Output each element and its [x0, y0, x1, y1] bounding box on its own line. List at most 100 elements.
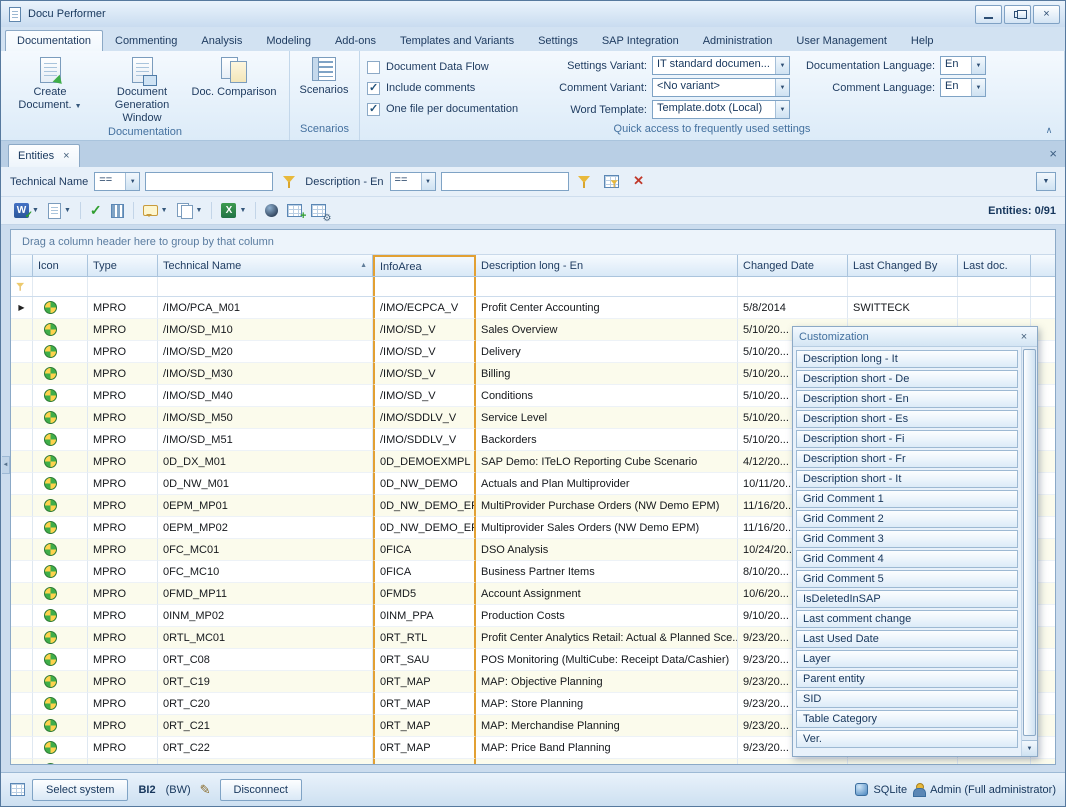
column-header-description[interactable]: Description long - En [476, 255, 738, 276]
table-settings-button[interactable]: ⚙ [307, 200, 330, 222]
doc-comparison-button[interactable]: Doc. Comparison [188, 53, 280, 100]
clear-filter-button[interactable]: ✕ [628, 171, 650, 193]
settings-variant-dropdown[interactable]: IT standard documen...▼ [652, 56, 790, 75]
description-filter-input[interactable] [441, 172, 569, 191]
menu-tab-templates-and-variants[interactable]: Templates and Variants [388, 30, 526, 51]
validate-button[interactable]: ✓ [86, 200, 106, 222]
checkbox-one-file-per-documentation[interactable]: One file per documentation [367, 100, 537, 118]
scrollbar-thumb[interactable] [1023, 349, 1036, 736]
customization-item[interactable]: SID [796, 690, 1018, 708]
description-operator-dropdown[interactable]: == ▼ [390, 172, 436, 191]
comment-language-dropdown[interactable]: En▼ [940, 78, 986, 97]
close-button[interactable]: × [1033, 5, 1060, 24]
edit-system-icon[interactable]: ✎ [200, 782, 211, 798]
minimize-button[interactable] [975, 5, 1002, 24]
customization-item[interactable]: Grid Comment 3 [796, 530, 1018, 548]
menu-tab-add-ons[interactable]: Add-ons [323, 30, 388, 51]
customization-item[interactable]: Last comment change [796, 610, 1018, 628]
filter-cell[interactable] [848, 277, 958, 296]
filter-cell[interactable] [33, 277, 88, 296]
filter-cell[interactable] [958, 277, 1031, 296]
customization-item[interactable]: IsDeletedInSAP [796, 590, 1018, 608]
comment-variant-dropdown[interactable]: <No variant>▼ [652, 78, 790, 97]
menu-tab-user-management[interactable]: User Management [784, 30, 899, 51]
menu-tab-modeling[interactable]: Modeling [254, 30, 323, 51]
select-system-button[interactable]: Select system [32, 779, 128, 801]
close-documents-button[interactable]: × [1049, 147, 1057, 160]
filter-cell[interactable] [738, 277, 848, 296]
table-row[interactable]: ▶MPRO/IMO/PCA_M01/IMO/ECPCA_VProfit Cent… [11, 297, 1055, 319]
column-header-infoarea[interactable]: InfoArea [373, 255, 476, 276]
filter-cell[interactable] [373, 277, 476, 296]
customization-item[interactable]: Parent entity [796, 670, 1018, 688]
edit-filter-button[interactable] [278, 171, 300, 193]
tab-entities[interactable]: Entities × [8, 144, 80, 167]
columns-button[interactable] [107, 200, 128, 222]
excel-export-button[interactable]: X▼ [217, 200, 250, 222]
table-row[interactable]: MPRO0RT_C500RT_FCStore Controlling9/23/2… [11, 759, 1055, 764]
comments-button[interactable]: ▼ [139, 200, 172, 222]
ribbon-collapse-button[interactable]: ∧ [1041, 123, 1057, 137]
checkbox-include-comments[interactable]: Include comments [367, 79, 537, 97]
menu-tab-sap-integration[interactable]: SAP Integration [590, 30, 691, 51]
disconnect-button[interactable]: Disconnect [220, 779, 302, 801]
customization-item[interactable]: Last Used Date [796, 630, 1018, 648]
customization-item[interactable]: Layer [796, 650, 1018, 668]
checkbox-checked-icon[interactable] [367, 103, 380, 116]
menu-tab-analysis[interactable]: Analysis [189, 30, 254, 51]
customization-item[interactable]: Grid Comment 4 [796, 550, 1018, 568]
column-header-technical-name[interactable]: Technical Name▲ [158, 255, 373, 276]
customization-item[interactable]: Grid Comment 1 [796, 490, 1018, 508]
filter-cell[interactable] [476, 277, 738, 296]
customization-item[interactable]: Grid Comment 5 [796, 570, 1018, 588]
filter-cell[interactable] [88, 277, 158, 296]
create-document-button[interactable]: Create Document.▼ [4, 53, 96, 114]
maximize-button[interactable] [1004, 5, 1031, 24]
tab-close-icon[interactable]: × [63, 150, 69, 162]
customization-item[interactable]: Description short - En [796, 390, 1018, 408]
customization-item[interactable]: Description short - De [796, 370, 1018, 388]
expand-filter-button[interactable]: ▼ [1036, 172, 1056, 191]
menu-tab-documentation[interactable]: Documentation [5, 30, 103, 51]
customization-item[interactable]: Grid Comment 2 [796, 510, 1018, 528]
customization-item[interactable]: Description short - Fr [796, 450, 1018, 468]
document-generation-window-button[interactable]: Document Generation Window [96, 53, 188, 126]
scroll-down-button[interactable]: ▼ [1022, 740, 1037, 756]
customization-item[interactable]: Description short - Fi [796, 430, 1018, 448]
collapse-panel-arrow[interactable]: ◄ [2, 456, 10, 474]
checkbox-unchecked-icon[interactable] [367, 61, 380, 74]
customization-item[interactable]: Table Category [796, 710, 1018, 728]
technical-name-filter-input[interactable] [145, 172, 273, 191]
customization-item[interactable]: Description short - Es [796, 410, 1018, 428]
checkbox-checked-icon[interactable] [367, 82, 380, 95]
customization-scrollbar[interactable]: ▼ [1021, 347, 1037, 756]
sphere-button[interactable] [261, 200, 282, 222]
menu-tab-help[interactable]: Help [899, 30, 946, 51]
document-export-button[interactable]: ▼ [44, 200, 75, 222]
compare-versions-button[interactable]: ▼ [173, 200, 207, 222]
filter-editor-button[interactable] [601, 171, 623, 193]
menu-tab-administration[interactable]: Administration [691, 30, 785, 51]
column-header-changed-date[interactable]: Changed Date [738, 255, 848, 276]
panel-icon[interactable] [10, 783, 25, 796]
column-header-last-doc[interactable]: Last doc. [958, 255, 1031, 276]
column-header-icon[interactable]: Icon [33, 255, 88, 276]
word-export-button[interactable]: W▼ [10, 200, 43, 222]
word-template-dropdown[interactable]: Template.dotx (Local)▼ [652, 100, 790, 119]
documentation-language-dropdown[interactable]: En▼ [940, 56, 986, 75]
technical-name-operator-dropdown[interactable]: == ▼ [94, 172, 140, 191]
group-by-area[interactable]: Drag a column header here to group by th… [11, 230, 1055, 255]
column-header-last-changed-by[interactable]: Last Changed By [848, 255, 958, 276]
menu-tab-commenting[interactable]: Commenting [103, 30, 189, 51]
menu-tab-settings[interactable]: Settings [526, 30, 590, 51]
scenarios-button[interactable]: Scenarios [293, 53, 355, 98]
column-header-type[interactable]: Type [88, 255, 158, 276]
customization-item[interactable]: Description long - It [796, 350, 1018, 368]
add-table-button[interactable]: + [283, 200, 306, 222]
filter-cell[interactable] [158, 277, 373, 296]
customization-close-button[interactable]: × [1017, 331, 1031, 343]
apply-filter-button[interactable] [574, 171, 596, 193]
customization-item[interactable]: Description short - It [796, 470, 1018, 488]
checkbox-document-data-flow[interactable]: Document Data Flow [367, 58, 537, 76]
customization-item[interactable]: Ver. [796, 730, 1018, 748]
